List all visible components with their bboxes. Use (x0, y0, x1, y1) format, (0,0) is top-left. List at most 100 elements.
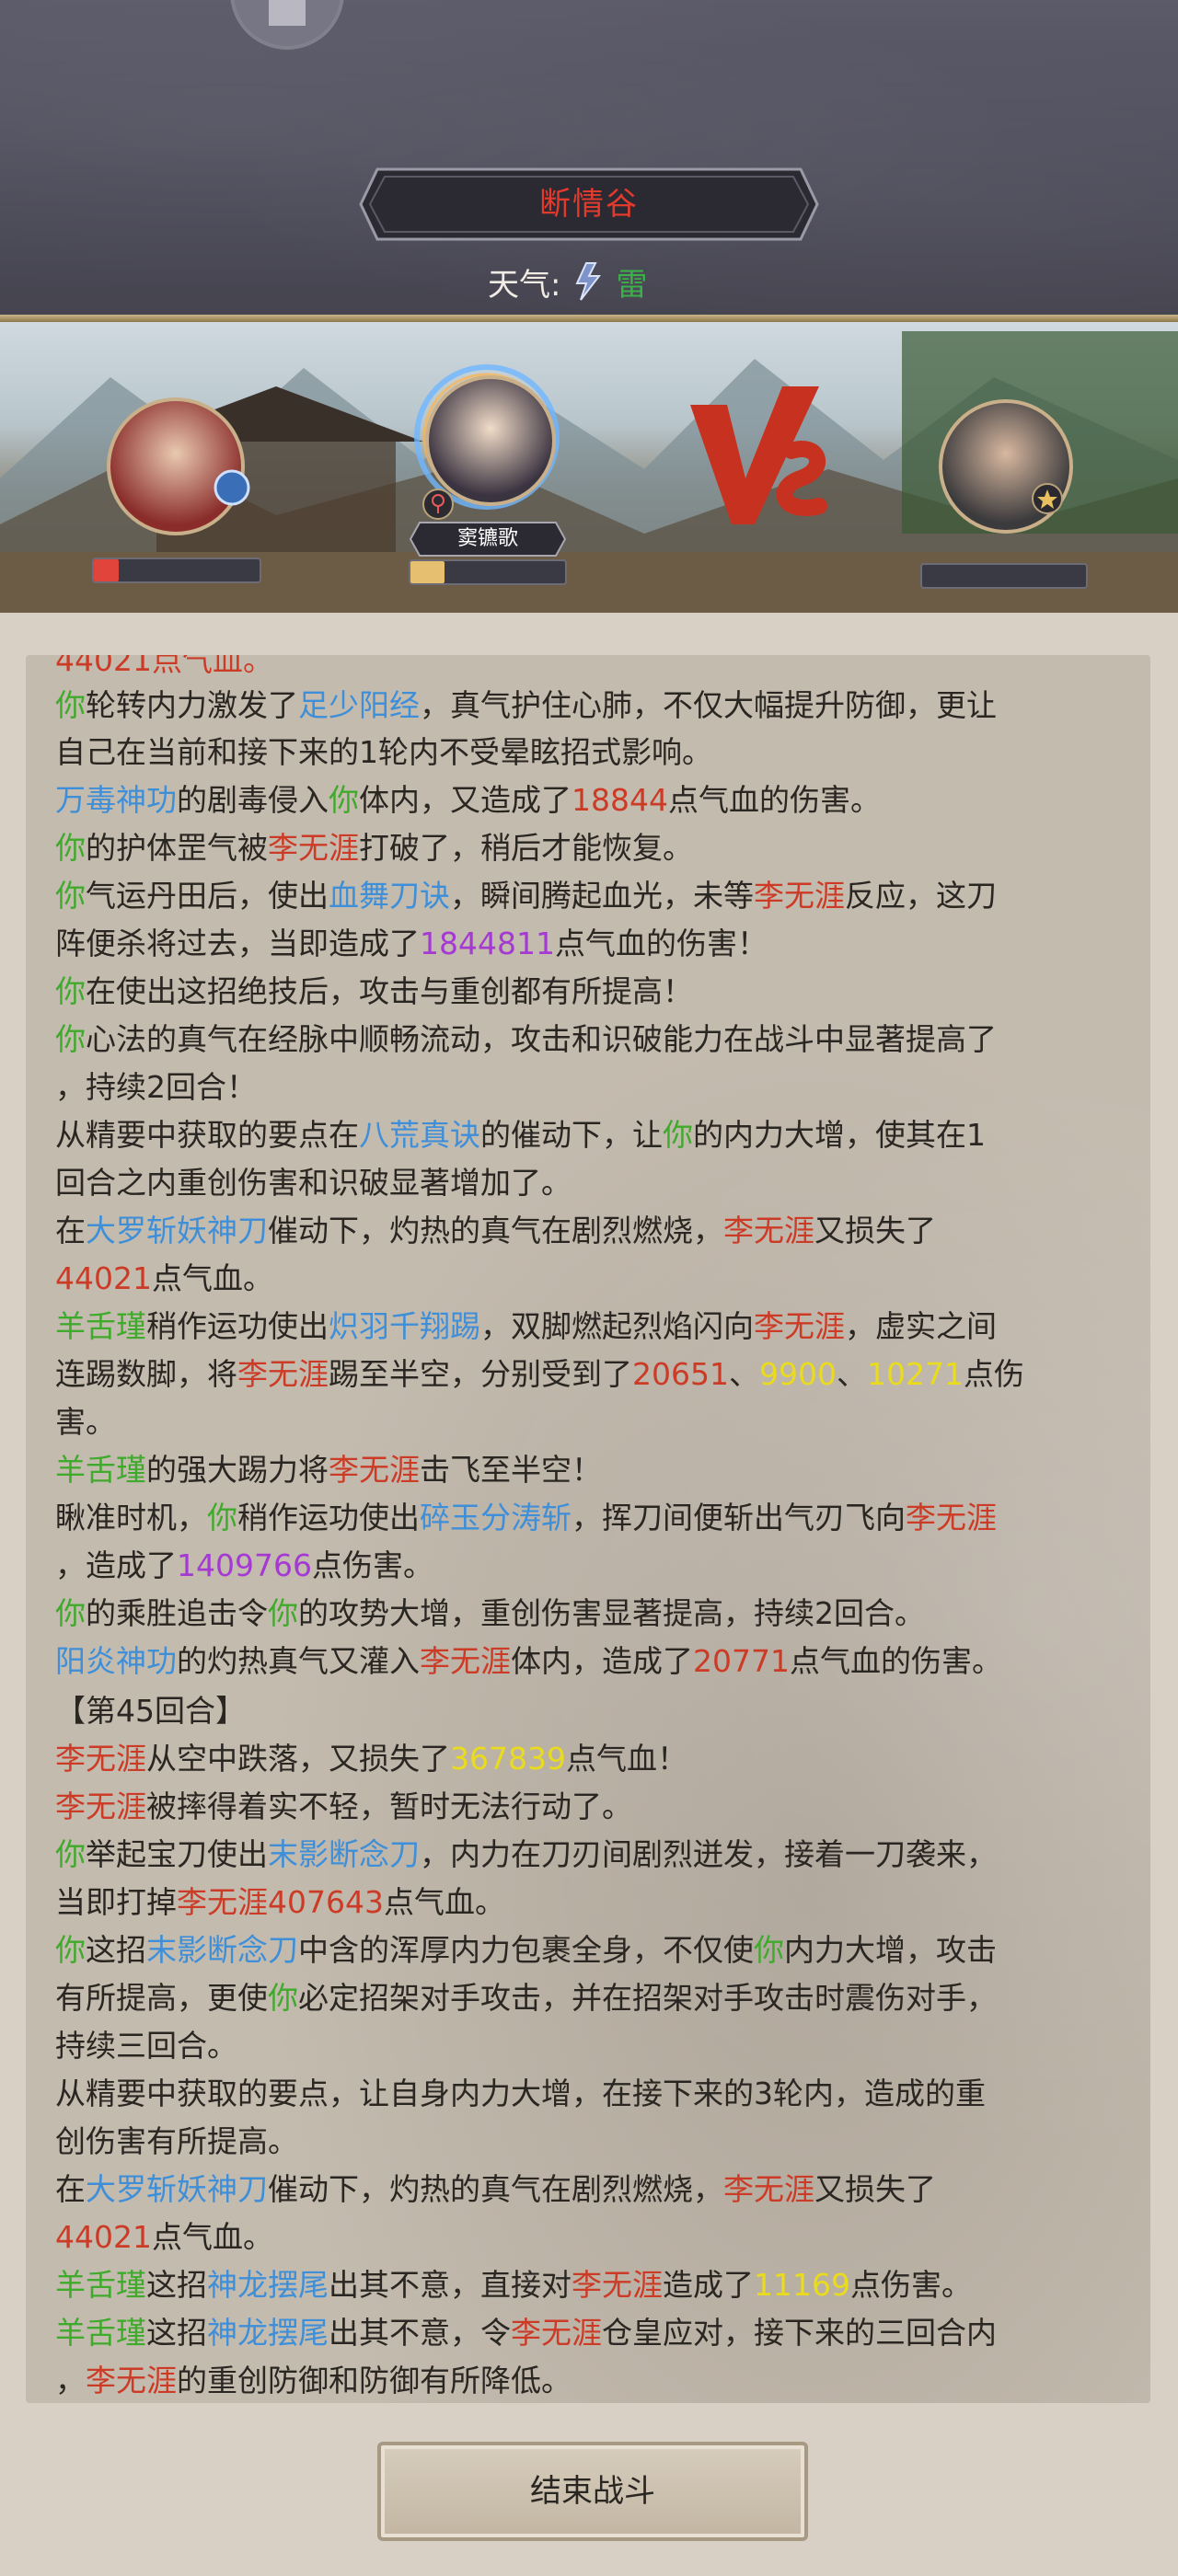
log-segment: 瞅准时机， (55, 1500, 207, 1535)
log-segment: 的重创防御和防御有所降低。 (177, 2363, 572, 2398)
log-line: 羊舌瑾这招神龙摆尾出其不意，直接对李无涯造成了11169点伤害。 (55, 2261, 972, 2309)
log-segment: 从空中跌落，又损失了 (146, 1741, 450, 1777)
log-line: 44021点气血。 (55, 1255, 273, 1303)
log-segment: 心法的真气在经脉中顺畅流动，攻击和识破能力在战斗中显著提高了 (86, 1021, 997, 1057)
log-segment: 你 (55, 1021, 86, 1057)
log-segment: 点气血！ (565, 1741, 687, 1777)
log-line: 你举起宝刀使出末影断念刀，内力在刀刃间剧烈迸发，接着一刀袭来， (55, 1831, 997, 1879)
log-line: 你这招末影断念刀中含的浑厚内力包裹全身，不仅使你内力大增，攻击 (55, 1926, 997, 1974)
log-segment: 神龙摆尾 (207, 2315, 329, 2351)
log-segment: 当即打掉 (55, 1884, 177, 1920)
log-segment: 李无涯 (329, 1452, 420, 1488)
log-segment: ，造成了 (55, 1547, 177, 1583)
log-segment: 的乘胜追击令 (86, 1595, 268, 1631)
log-segment: 在 (55, 2171, 86, 2207)
log-segment: 炽羽千翔踢 (329, 1308, 480, 1344)
log-line: 阳炎神功的灼热真气又灌入李无涯体内，造成了20771点气血的伤害。 (55, 1638, 1002, 1685)
log-line: 羊舌瑾这招神龙摆尾出其不意，令李无涯仓皇应对，接下来的三回合内 (55, 2309, 997, 2357)
log-segment: 你 (55, 1836, 86, 1872)
log-segment: 点伤 (963, 1356, 1024, 1392)
log-segment: 44021 (55, 1260, 152, 1296)
log-segment: 气运丹田后，使出 (86, 878, 329, 914)
log-segment: 李无涯 (723, 1213, 814, 1248)
log-segment: 神龙摆尾 (207, 2267, 329, 2303)
log-line: 你轮转内力激发了足少阳经，真气护住心肺，不仅大幅提升防御，更让 (55, 682, 997, 730)
log-segment: 、 (836, 1356, 867, 1392)
log-segment: 碎玉分涛斩 (420, 1500, 572, 1535)
log-segment: 你 (268, 1595, 298, 1631)
log-segment: 八荒真诀 (359, 1117, 480, 1153)
log-line: 44021点气血。 (55, 2214, 273, 2261)
log-segment: 、 (728, 1356, 759, 1392)
log-segment: 举起宝刀使出 (86, 1836, 268, 1872)
log-segment: 18844 (572, 782, 668, 818)
log-segment: 11169 (754, 2267, 850, 2303)
log-line: 你心法的真气在经脉中顺畅流动，攻击和识破能力在战斗中显著提高了 (55, 1016, 997, 1064)
log-segment: 末影断念刀 (268, 1836, 420, 1872)
puzzle-button[interactable] (230, 0, 344, 50)
battle-log-panel[interactable]: 44021点气血。 你轮转内力激发了足少阳经，真气护住心肺，不仅大幅提升防御，更让… (26, 655, 1150, 2403)
player-name-tag: 窦镳歌 (456, 527, 518, 550)
log-segment: 创伤害有所提高。 (55, 2123, 298, 2159)
log-segment: 李无涯 (723, 2171, 814, 2207)
log-segment: 李无涯 (55, 1788, 146, 1824)
log-segment: 20771 (693, 1643, 790, 1679)
log-segment: 回合之内重创伤害和识破显著增加了。 (55, 1165, 572, 1201)
log-segment: 仓皇应对，接下来的三回合内 (602, 2315, 997, 2351)
log-segment: 又损失了 (814, 2171, 936, 2207)
log-line: 自己在当前和接下来的1轮内不受晕眩招式影响。 (55, 729, 712, 776)
ally-main-hp-bar (409, 559, 567, 585)
log-segment: 【第45回合】 (55, 1693, 246, 1729)
log-line: 有所提高，更使你必定招架对手攻击，并在招架对手攻击时震伤对手， (55, 1974, 997, 2022)
log-segment: 李无涯 (268, 830, 359, 866)
log-segment: 轮转内力激发了 (86, 687, 298, 723)
log-segment: 点气血的伤害。 (789, 1643, 1002, 1679)
vs-emblem-icon (690, 386, 827, 524)
log-segment: ，双脚燃起烈焰闪向 (480, 1308, 754, 1344)
log-segment: 李无涯 (906, 1500, 997, 1535)
log-segment: 的内力大增，使其在1 (693, 1117, 986, 1153)
log-line: 从精要中获取的要点，让自身内力大增，在接下来的3轮内，造成的重 (55, 2070, 986, 2118)
log-line: 当即打掉李无涯407643点气血。 (55, 1879, 505, 1926)
end-battle-button[interactable]: 结束战斗 (377, 2442, 808, 2541)
log-segment: 李无涯 (572, 2267, 663, 2303)
log-segment: 打破了，稍后才能恢复。 (359, 830, 693, 866)
log-segment: 有所提高，更使 (55, 1980, 268, 2016)
log-segment: 出其不意，令 (329, 2315, 511, 2351)
ally-main-hp-fill (410, 561, 445, 583)
log-line: 羊舌瑾稍作运功使出炽羽千翔踢，双脚燃起烈焰闪向李无涯，虚实之间 (55, 1303, 997, 1351)
log-line: 瞅准时机，你稍作运功使出碎玉分涛斩，挥刀间便斩出气刃飞向李无涯 (55, 1494, 997, 1542)
log-segment: 被摔得着实不轻，暂时无法行动了。 (146, 1788, 632, 1824)
log-segment: 44021 (55, 2219, 152, 2255)
log-segment: 反应，这刀 (845, 878, 997, 914)
log-line: ，李无涯的重创防御和防御有所降低。 (55, 2357, 572, 2403)
location-plate: 断情谷 (357, 166, 821, 243)
log-segment: 点伤害。 (311, 1547, 433, 1583)
log-segment: 李无涯 (754, 878, 845, 914)
log-segment: ，瞬间腾起血光，未等 (450, 878, 754, 914)
log-line: 从精要中获取的要点在八荒真诀的催动下，让你的内力大增，使其在1 (55, 1111, 986, 1159)
log-segment: 你 (55, 973, 86, 1009)
log-segment: 稍作运功使出 (146, 1308, 329, 1344)
log-line: 李无涯从空中跌落，又损失了367839点气血！ (55, 1735, 687, 1783)
puzzle-icon (269, 0, 306, 26)
log-segment: 李无涯 (55, 1741, 146, 1777)
log-segment: 点伤害。 (849, 2267, 972, 2303)
log-segment: 血舞刀诀 (329, 878, 450, 914)
ally-left-portrait[interactable] (107, 397, 245, 535)
ally-main-portrait[interactable] (425, 375, 556, 506)
log-line: ，造成了1409766点伤害。 (55, 1542, 433, 1590)
log-segment: 持续三回合。 (55, 2028, 237, 2064)
log-segment: 点气血的伤害。 (667, 782, 881, 818)
log-segment: 44021点气血。 (55, 655, 273, 678)
log-line: 回合之内重创伤害和识破显著增加了。 (55, 1159, 572, 1207)
log-segment: 体内，造成了 (511, 1643, 693, 1679)
element-badge-icon (214, 469, 250, 506)
log-line: 羊舌瑾的强大踢力将李无涯击飞至半空！ (55, 1446, 602, 1494)
log-segment: 万毒神功 (55, 782, 177, 818)
log-segment: 的剧毒侵入 (177, 782, 329, 818)
log-segment: 李无涯407643 (177, 1884, 384, 1920)
log-segment: 的强大踢力将 (146, 1452, 329, 1488)
log-segment: 367839 (450, 1741, 566, 1777)
log-segment: 这招 (146, 2267, 207, 2303)
